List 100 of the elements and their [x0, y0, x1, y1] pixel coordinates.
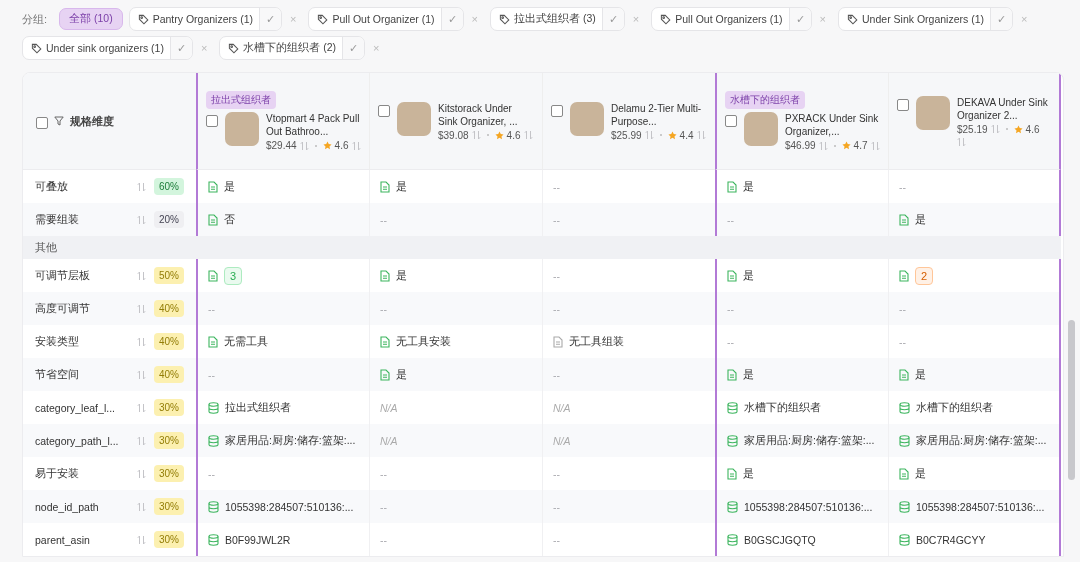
remove-button[interactable]: × [630, 13, 646, 25]
remove-button[interactable]: × [817, 13, 833, 25]
database-icon [727, 401, 738, 414]
cell-value: 是 [743, 268, 754, 283]
confirm-button[interactable]: ✓ [342, 37, 365, 59]
checkbox[interactable] [378, 104, 390, 117]
remove-button[interactable]: × [198, 42, 214, 54]
sort-icon[interactable] [137, 369, 146, 380]
tag-chip-label[interactable]: Under sink organizers (1) [23, 37, 170, 59]
not-available: N/A [553, 434, 571, 447]
sort-icon[interactable] [870, 140, 880, 151]
tag-chip-label[interactable]: Pull Out Organizers (1) [652, 8, 789, 30]
tag-icon [137, 13, 149, 25]
document-icon [208, 213, 218, 226]
remove-button[interactable]: × [288, 13, 303, 25]
rating: 4.6 [506, 129, 521, 141]
cell-value: 是 [915, 212, 926, 227]
confirm-button[interactable]: ✓ [990, 8, 1012, 30]
cell-value: 否 [224, 212, 235, 227]
remove-button[interactable]: × [1019, 13, 1034, 25]
cell-value: 家居用品:厨房:储存:篮架:... [744, 433, 875, 448]
checkbox[interactable] [725, 115, 737, 127]
group-label: 分组: [22, 11, 48, 27]
sort-icon[interactable] [818, 140, 828, 151]
cell-value: B0C7R4GCYY [916, 533, 986, 546]
sort-icon[interactable] [137, 468, 146, 479]
cell-value: 是 [915, 466, 926, 481]
price: $39.08 [438, 129, 469, 141]
attribute-label: node_id_path [35, 500, 100, 513]
sort-icon[interactable] [137, 402, 146, 413]
confirm-button[interactable]: ✓ [601, 8, 624, 30]
database-icon [727, 434, 738, 447]
empty-value: -- [899, 335, 906, 348]
photo-placeholder [744, 112, 778, 146]
tag-chip-label[interactable]: Pantry Organizers (1) [129, 8, 260, 30]
sort-icon[interactable] [696, 130, 706, 140]
sort-icon[interactable] [137, 303, 146, 314]
empty-value: -- [380, 467, 387, 480]
filter-icon[interactable] [54, 116, 64, 126]
database-icon [208, 434, 219, 447]
sort-icon[interactable] [137, 534, 146, 545]
cell-value: 1055398:284507:510136:... [225, 500, 354, 513]
sort-icon[interactable] [137, 214, 146, 225]
confirm-button[interactable]: ✓ [259, 8, 282, 30]
cell-value: 无工具安装 [396, 334, 451, 349]
sort-icon[interactable] [137, 181, 146, 192]
checkbox[interactable] [551, 104, 563, 117]
confirm-button[interactable]: ✓ [440, 8, 463, 30]
photo-placeholder [570, 101, 604, 136]
document-icon [727, 368, 737, 381]
star-icon [1013, 124, 1023, 134]
tag-chip-label[interactable]: Pull Out Organizer (1) [309, 8, 441, 30]
empty-value: -- [208, 467, 215, 480]
database-icon [208, 500, 219, 513]
value-badge: 3 [224, 266, 243, 285]
sort-icon[interactable] [523, 130, 533, 140]
remove-button[interactable]: × [469, 13, 485, 25]
database-icon [727, 533, 738, 546]
sort-icon[interactable] [957, 136, 966, 147]
cell-value: 拉出式组织者 [225, 400, 291, 415]
checkbox[interactable] [206, 115, 218, 127]
cell-value: 是 [743, 179, 754, 194]
sort-icon[interactable] [351, 140, 361, 151]
sort-icon[interactable] [137, 435, 146, 446]
sort-icon[interactable] [137, 336, 146, 347]
tag-chip-label[interactable]: Under Sink Organizers (1) [839, 8, 990, 30]
remove-button[interactable]: × [371, 42, 386, 54]
empty-value: -- [553, 269, 560, 282]
document-icon [899, 269, 909, 282]
sort-icon[interactable] [137, 501, 146, 512]
sort-icon[interactable] [644, 130, 654, 140]
empty-value: -- [380, 533, 387, 546]
tag-chip-label[interactable]: 水槽下的组织者 (2) [220, 37, 343, 59]
tag-icon [228, 42, 240, 54]
checkbox[interactable] [897, 98, 909, 111]
empty-value: -- [553, 180, 560, 193]
empty-value: -- [899, 180, 906, 193]
empty-value: -- [553, 500, 560, 513]
document-icon [380, 269, 390, 282]
confirm-button[interactable]: ✓ [788, 8, 811, 30]
group-chip[interactable]: 全部 (10) [59, 8, 123, 30]
sort-icon[interactable] [299, 140, 309, 151]
price: $25.19 [957, 123, 988, 135]
sort-icon[interactable] [471, 130, 481, 140]
empty-value: -- [553, 467, 560, 480]
attribute-label: 可叠放 [35, 179, 69, 194]
tag-chip-label[interactable]: 拉出式组织者 (3) [491, 8, 602, 30]
checkbox[interactable] [36, 116, 48, 129]
product-name: Vtopmart 4 Pack Pull Out Bathroo... [266, 112, 361, 138]
confirm-button[interactable]: ✓ [169, 37, 192, 59]
column-title: 规格维度 [70, 113, 114, 129]
not-available: N/A [380, 401, 398, 414]
document-icon [899, 213, 909, 226]
cell-value: 是 [915, 367, 926, 382]
document-icon [380, 368, 390, 381]
product-name: Delamu 2-Tier Multi-Purpose... [611, 101, 703, 128]
attribute-label: 安装类型 [35, 334, 80, 349]
sort-icon[interactable] [990, 124, 1000, 134]
attribute-label: 需要组装 [35, 212, 80, 227]
sort-icon[interactable] [137, 270, 146, 281]
